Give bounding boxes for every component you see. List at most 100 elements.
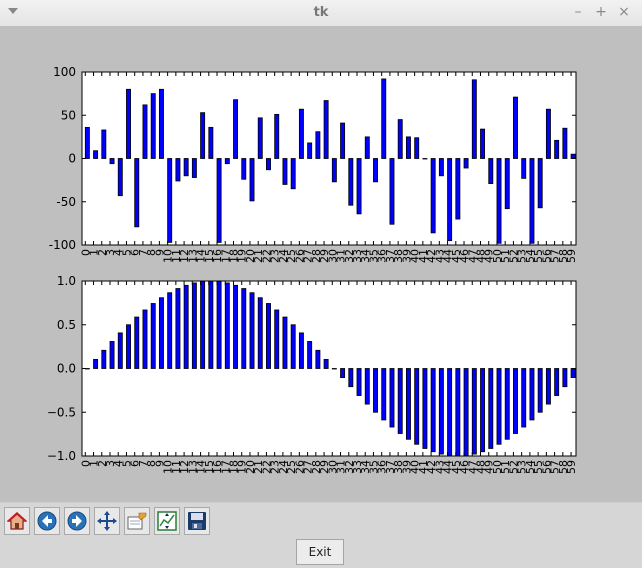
bar: [134, 158, 140, 228]
subplots-config-icon: [157, 511, 177, 531]
bar: [438, 158, 444, 177]
bar: [191, 282, 197, 369]
bar: [109, 341, 115, 369]
bar: [537, 368, 543, 413]
bar: [480, 368, 486, 453]
bar: [397, 119, 403, 159]
bar: [307, 341, 313, 369]
exit-button[interactable]: Exit: [296, 539, 344, 565]
bar: [455, 368, 461, 457]
bar: [397, 368, 403, 434]
zoom-button[interactable]: [124, 507, 150, 535]
bar: [134, 316, 140, 369]
bar: [167, 158, 173, 243]
bar: [422, 368, 428, 449]
bar: [84, 126, 90, 159]
bar: [224, 158, 230, 165]
bar: [430, 158, 436, 234]
forward-button[interactable]: [64, 507, 90, 535]
y-tick-label: 0: [68, 152, 76, 166]
bar: [331, 158, 337, 183]
bar: [529, 158, 535, 244]
bar: [158, 88, 164, 159]
bar: [430, 368, 436, 453]
y-tick-label: -100: [49, 238, 76, 252]
bar: [545, 368, 551, 405]
figure-canvas[interactable]: -100 -50 0 50 100 0 1 2 3 4 5 6 7 8 9 10 11 12 13 14 15 16 17 1…: [0, 26, 642, 502]
bar: [488, 158, 494, 184]
back-arrow-icon: [37, 511, 57, 531]
bar: [93, 150, 99, 159]
y-tick-label: 0.0: [57, 362, 76, 376]
bar: [274, 113, 280, 159]
bar: [208, 280, 214, 369]
bar: [150, 93, 156, 159]
bar: [356, 368, 362, 396]
bar: [183, 158, 189, 177]
bar: [249, 158, 255, 202]
pan-button[interactable]: [94, 507, 120, 535]
bar: [545, 108, 551, 159]
y-tick-label: 0.5: [57, 318, 76, 332]
x-tick-label: 59: [565, 460, 578, 474]
bar: [455, 158, 461, 220]
bar: [381, 368, 387, 421]
plot-area: [82, 281, 576, 456]
bar: [167, 292, 173, 369]
bar: [282, 316, 288, 369]
bar: [405, 136, 411, 159]
bar: [315, 349, 321, 369]
bar: [298, 108, 304, 159]
bar: [298, 332, 304, 369]
bar: [224, 282, 230, 369]
bar: [183, 284, 189, 369]
x-tick-label: 59: [565, 249, 578, 263]
bar: [471, 79, 477, 159]
bar: [340, 122, 346, 159]
bar: [200, 281, 206, 369]
bar: [529, 368, 535, 421]
bar: [233, 99, 239, 159]
bar: [471, 368, 477, 455]
bar: [554, 139, 560, 159]
save-disk-icon: [188, 512, 206, 530]
bar: [175, 158, 181, 182]
bar: [266, 158, 271, 171]
plot-area: [82, 72, 576, 245]
bar: [348, 158, 354, 206]
subplot-1: -100-50050100012345678910111213141516171…: [49, 65, 578, 263]
bar: [257, 117, 263, 159]
save-button[interactable]: [184, 507, 210, 535]
maximize-button[interactable]: +: [593, 4, 609, 20]
bar: [447, 158, 453, 242]
bar: [340, 368, 346, 379]
bar: [562, 368, 568, 388]
home-button[interactable]: [4, 507, 30, 535]
back-button[interactable]: [34, 507, 60, 535]
bar: [241, 158, 247, 180]
bar: [142, 104, 148, 159]
bar: [389, 368, 395, 428]
configure-subplots-button[interactable]: [154, 507, 180, 535]
bar: [126, 88, 131, 159]
bar: [290, 324, 296, 369]
bar: [463, 368, 469, 456]
title-bar: tk – + ×: [0, 0, 642, 27]
bar: [348, 368, 354, 388]
bar: [257, 297, 263, 369]
bar: [488, 368, 494, 449]
close-button[interactable]: ×: [616, 4, 632, 20]
bar: [150, 303, 156, 369]
bar: [513, 368, 518, 434]
minimize-button[interactable]: –: [570, 4, 586, 20]
bar: [126, 324, 131, 369]
bar: [101, 349, 107, 369]
y-tick-label: -50: [56, 195, 76, 209]
bar: [208, 126, 214, 159]
bar: [504, 158, 510, 210]
bar: [414, 137, 420, 159]
bar: [438, 368, 444, 455]
bar: [570, 153, 576, 159]
bar: [117, 158, 123, 197]
bar: [562, 127, 568, 159]
